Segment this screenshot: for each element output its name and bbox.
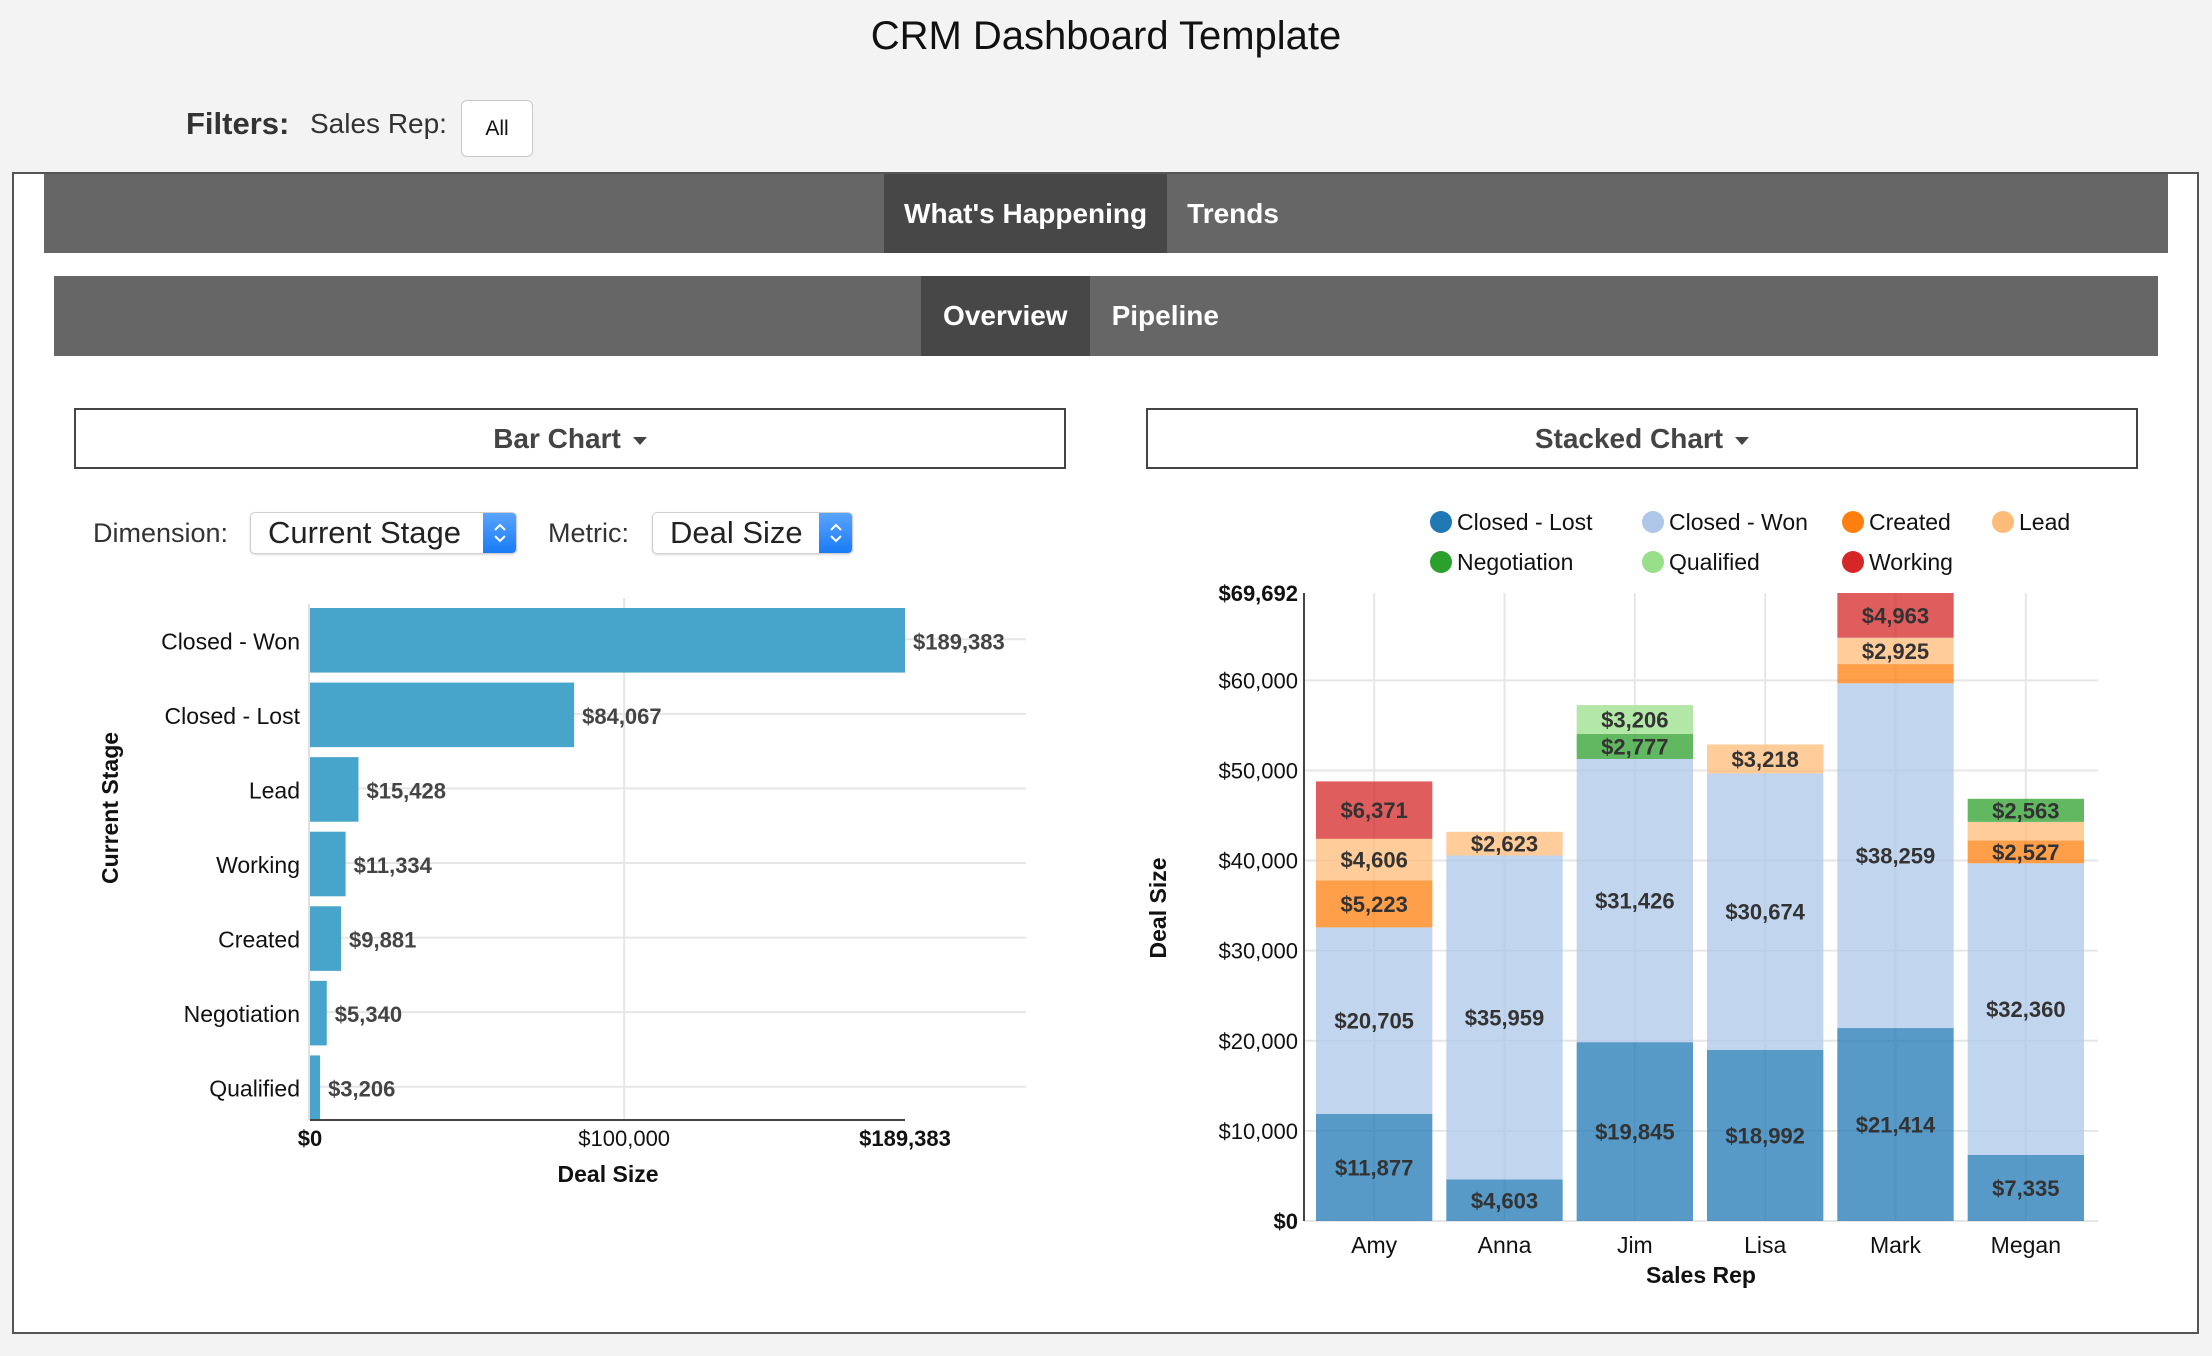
stack-segment	[1967, 821, 2084, 841]
legend-swatch	[1842, 511, 1864, 533]
x-axis-title: Deal Size	[558, 1161, 659, 1187]
segment-label: $35,959	[1465, 1006, 1545, 1031]
segment-label: $5,223	[1341, 892, 1408, 917]
legend-label: Qualified	[1669, 549, 1760, 575]
segment-label: $18,992	[1725, 1123, 1805, 1148]
y-axis-title: Deal Size	[1145, 858, 1171, 959]
x-tick-label: Megan	[1991, 1232, 2061, 1258]
x-tick-label: Lisa	[1744, 1232, 1786, 1258]
category-label: Lead	[249, 777, 300, 803]
segment-label: $2,623	[1471, 832, 1538, 857]
data-label: $5,340	[335, 1002, 402, 1027]
segment-label: $6,371	[1341, 798, 1408, 823]
legend-swatch	[1430, 551, 1452, 573]
x-tick-label: $100,000	[578, 1126, 670, 1151]
legend-label: Working	[1869, 549, 1953, 575]
x-tick-label: Mark	[1870, 1232, 1922, 1258]
y-tick-label: $10,000	[1218, 1119, 1298, 1144]
legend-label: Closed - Won	[1669, 509, 1808, 535]
segment-label: $3,206	[1601, 708, 1668, 733]
stacked-chart: $11,877 $20,705 $5,223 $4,606 $6,371 Amy $4,60…	[1145, 509, 2098, 1288]
bar-chart: Closed - Won $189,383 Closed - Lost $84,067…	[97, 598, 1026, 1187]
segment-label: $2,563	[1992, 798, 2059, 823]
legend-label: Negotiation	[1457, 549, 1573, 575]
x-axis-title: Sales Rep	[1646, 1262, 1756, 1288]
segment-label: $11,877	[1335, 1155, 1413, 1180]
segment-label: $7,335	[1992, 1176, 2059, 1201]
segment-label: $20,705	[1334, 1009, 1414, 1034]
legend-swatch	[1642, 551, 1664, 573]
x-tick-label: $189,383	[859, 1126, 951, 1151]
y-tick-label: $30,000	[1218, 939, 1298, 964]
legend-swatch	[1992, 511, 2014, 533]
segment-label: $2,527	[1992, 840, 2059, 865]
data-label: $11,334	[354, 853, 433, 878]
bar	[310, 1055, 321, 1120]
category-label: Qualified	[209, 1076, 300, 1102]
y-tick-label: $0	[1274, 1209, 1298, 1234]
segment-label: $30,674	[1725, 900, 1805, 925]
y-tick-label: $40,000	[1218, 849, 1298, 874]
legend-swatch	[1430, 511, 1452, 533]
category-label: Negotiation	[184, 1001, 300, 1027]
segment-label: $21,414	[1856, 1113, 1936, 1138]
legend-label: Lead	[2019, 509, 2070, 535]
data-label: $9,881	[349, 928, 416, 953]
y-tick-label: $69,692	[1218, 581, 1298, 606]
legend-swatch	[1842, 551, 1864, 573]
category-label: Closed - Won	[161, 628, 300, 654]
legend-label: Closed - Lost	[1457, 509, 1593, 535]
segment-label: $38,259	[1856, 844, 1936, 869]
y-axis-title: Current Stage	[97, 732, 123, 884]
legend-swatch	[1642, 511, 1664, 533]
bar	[310, 906, 342, 971]
y-tick-label: $60,000	[1218, 668, 1298, 693]
stack-segment	[1837, 664, 1954, 684]
data-label: $15,428	[366, 778, 446, 803]
bar	[310, 682, 575, 748]
bar	[310, 757, 359, 822]
segment-label: $2,925	[1862, 639, 1929, 664]
x-tick-label: Anna	[1478, 1232, 1532, 1258]
x-tick-label: $0	[298, 1126, 322, 1151]
segment-label: $2,777	[1601, 734, 1668, 759]
data-label: $84,067	[582, 704, 662, 729]
legend-label: Created	[1869, 509, 1951, 535]
bar	[310, 980, 327, 1046]
segment-label: $4,606	[1341, 848, 1408, 873]
segment-label: $3,218	[1732, 747, 1799, 772]
category-label: Closed - Lost	[164, 703, 300, 729]
x-tick-label: Jim	[1617, 1232, 1653, 1258]
bar	[310, 608, 905, 673]
data-label: $3,206	[328, 1077, 395, 1102]
segment-label: $32,360	[1986, 997, 2066, 1022]
bar	[310, 831, 346, 897]
segment-label: $4,963	[1862, 603, 1929, 628]
category-label: Working	[216, 852, 300, 878]
category-label: Created	[218, 927, 300, 953]
segment-label: $31,426	[1595, 889, 1675, 914]
segment-label: $19,845	[1595, 1120, 1675, 1145]
segment-label: $4,603	[1471, 1188, 1538, 1213]
y-tick-label: $20,000	[1218, 1029, 1298, 1054]
y-tick-label: $50,000	[1218, 758, 1298, 783]
data-label: $189,383	[913, 629, 1005, 654]
x-tick-label: Amy	[1351, 1232, 1398, 1258]
